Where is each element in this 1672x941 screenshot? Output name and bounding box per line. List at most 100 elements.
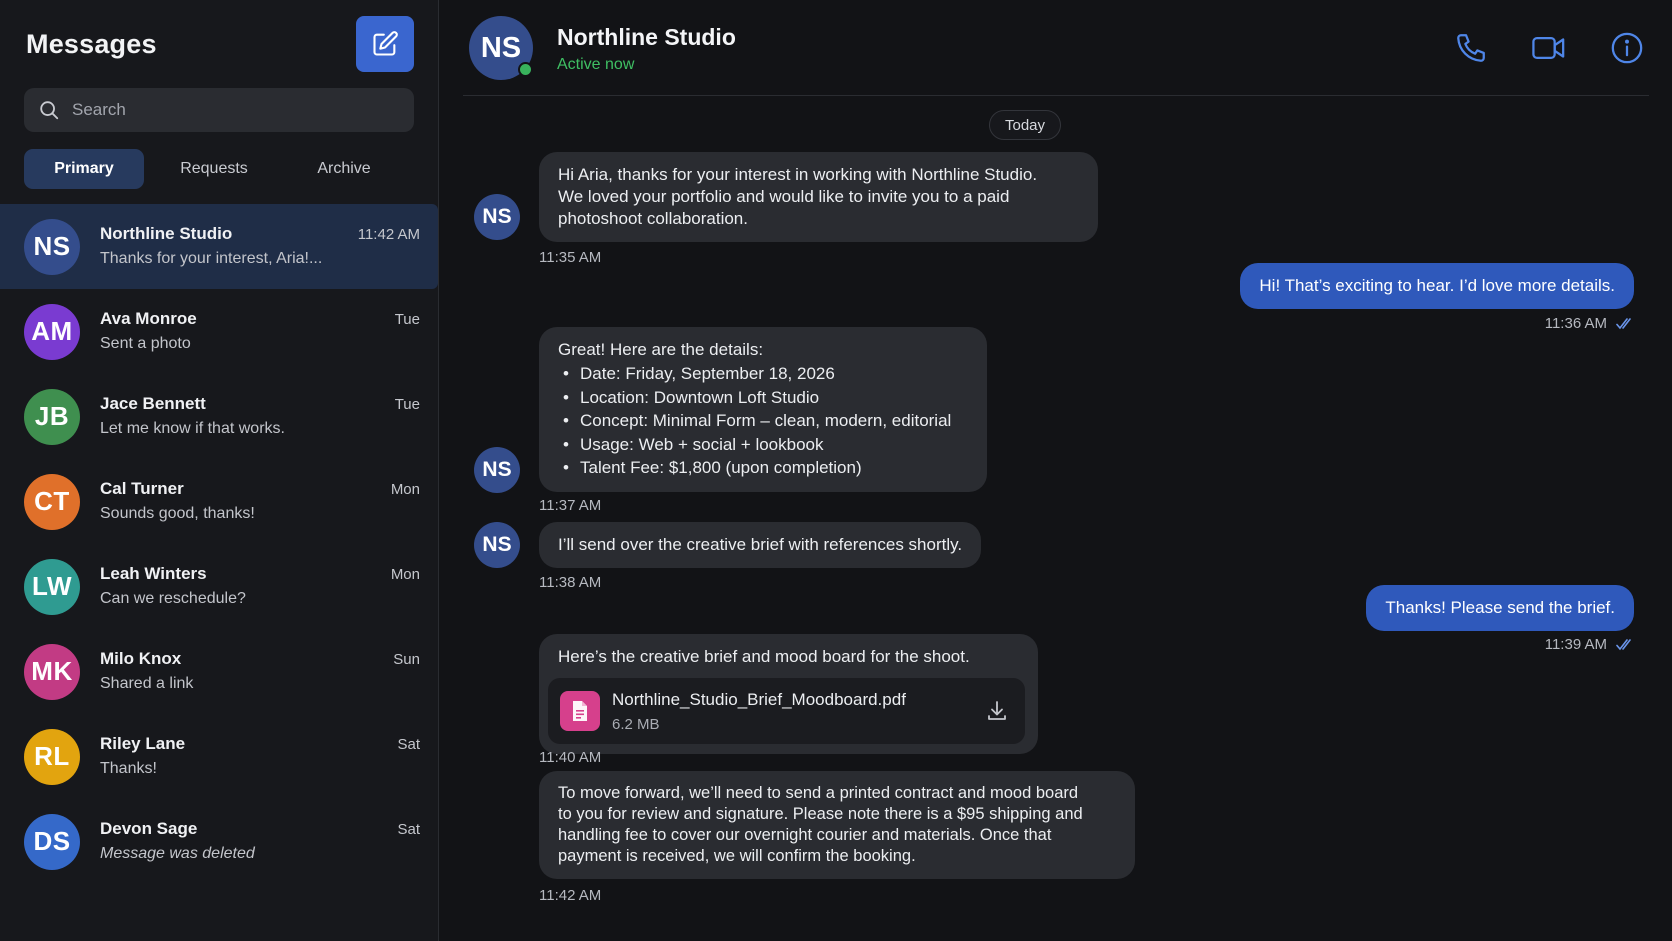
incoming-message: Great! Here are the details: Date: Frida… (539, 327, 987, 492)
conversation-preview: Can we reschedule? (100, 589, 246, 607)
contact-name[interactable]: Northline Studio (557, 24, 736, 51)
avatar: RL (24, 728, 80, 785)
file-size: 6.2 MB (612, 716, 660, 733)
tab-requests[interactable]: Requests (154, 149, 274, 189)
conversation-time: Tue (394, 310, 420, 328)
read-receipt-icon (1616, 638, 1631, 650)
detail-item: Concept: Minimal Form – clean, modern, e… (558, 409, 968, 433)
download-icon (988, 701, 1006, 720)
conversation-preview: Let me know if that works. (100, 419, 285, 437)
conversation-time: Mon (390, 480, 420, 498)
conversation-tabs: Primary Requests Archive (24, 149, 414, 189)
sender-avatar: NS (474, 447, 520, 493)
compose-button[interactable] (356, 16, 414, 72)
detail-item: Talent Fee: $1,800 (upon completion) (558, 456, 968, 480)
phone-icon (1457, 34, 1485, 62)
detail-item: Location: Downtown Loft Studio (558, 386, 968, 410)
conversation-name: Leah Winters (100, 563, 207, 583)
avatar: MK (24, 643, 80, 700)
conversation-item-riley-lane[interactable]: RL Riley Lane Sat Thanks! (0, 714, 439, 799)
avatar: LW (24, 558, 80, 615)
messaging-app: Messages Primary Requests Archive NS (0, 0, 1672, 941)
voice-call-button[interactable] (1449, 26, 1493, 70)
video-call-button[interactable] (1527, 26, 1571, 70)
conversation-name: Riley Lane (100, 733, 186, 753)
avatar: JB (24, 388, 80, 445)
avatar: DS (24, 813, 80, 870)
incoming-message: I’ll send over the creative brief with r… (539, 522, 982, 568)
detail-item: Date: Friday, September 18, 2026 (558, 362, 968, 386)
header-actions (1415, 26, 1649, 70)
pdf-file-icon (560, 691, 600, 731)
chat-header: NS Northline Studio Active now (463, 0, 1649, 96)
info-icon (1611, 32, 1643, 64)
compose-icon (373, 31, 398, 56)
tab-primary[interactable]: Primary (24, 149, 144, 189)
file-name: Northline_Studio_Brief_Moodboard.pdf (612, 690, 906, 709)
outgoing-message: Hi! That’s exciting to hear. I’d love mo… (1240, 263, 1634, 309)
download-button[interactable] (983, 697, 1011, 725)
incoming-message: To move forward, we’ll need to send a pr… (539, 771, 1135, 879)
message-timestamp: 11:40 AM (539, 749, 602, 766)
search-box (24, 88, 414, 132)
conversation-name: Ava Monroe (100, 308, 197, 328)
conversation-preview: Message was deleted (100, 844, 255, 862)
conversation-item-milo-knox[interactable]: MK Milo Knox Sun Shared a link (0, 629, 439, 714)
message-timestamp: 11:37 AM (539, 497, 602, 514)
tab-archive[interactable]: Archive (284, 149, 404, 189)
outgoing-message: Thanks! Please send the brief. (1366, 585, 1634, 631)
conversation-time: 11:42 AM (357, 225, 420, 243)
conversation-list: NS Northline Studio 11:42 AM Thanks for … (0, 204, 439, 884)
incoming-message: Hi Aria, thanks for your interest in wor… (539, 152, 1098, 242)
search-icon (40, 101, 59, 120)
conversation-preview: Thanks for your interest, Aria!... (100, 249, 323, 267)
message-text: Here’s the creative brief and mood board… (558, 647, 970, 666)
conversation-time: Mon (390, 565, 420, 583)
details-list: Date: Friday, September 18, 2026 Locatio… (558, 362, 968, 480)
conversation-time: Sat (397, 820, 420, 838)
sidebar-header: Messages (26, 16, 414, 72)
conversation-name: Milo Knox (100, 648, 182, 668)
video-icon (1532, 36, 1565, 60)
conversation-item-devon-sage[interactable]: DS Devon Sage Sat Message was deleted (0, 799, 439, 884)
conversation-name: Devon Sage (100, 818, 198, 838)
conversation-name: Jace Bennett (100, 393, 206, 413)
detail-item: Usage: Web + social + lookbook (558, 433, 968, 457)
info-button[interactable] (1605, 26, 1649, 70)
sidebar: Messages Primary Requests Archive NS (0, 0, 439, 941)
message-timestamp: 11:38 AM (539, 574, 602, 591)
sender-avatar: NS (474, 194, 520, 240)
avatar: NS (24, 218, 80, 275)
chat-panel: NS Northline Studio Active now Today NS … (439, 0, 1672, 941)
message-intro: Great! Here are the details: (558, 340, 764, 359)
conversation-item-jace-bennett[interactable]: JB Jace Bennett Tue Let me know if that … (0, 374, 439, 459)
file-attachment[interactable]: Northline_Studio_Brief_Moodboard.pdf 6.2… (548, 678, 1025, 744)
search-input[interactable] (72, 100, 392, 120)
conversation-item-northline-studio[interactable]: NS Northline Studio 11:42 AM Thanks for … (0, 204, 438, 289)
conversation-preview: Thanks! (100, 759, 157, 777)
message-timestamp: 11:42 AM (539, 887, 602, 904)
conversation-time: Sun (393, 650, 420, 668)
conversation-name: Cal Turner (100, 478, 184, 498)
contact-status: Active now (557, 56, 635, 73)
message-timestamp-read: 11:39 AM (1545, 636, 1634, 653)
message-timestamp: 11:39 AM (1544, 636, 1607, 653)
conversation-item-ava-monroe[interactable]: AM Ava Monroe Tue Sent a photo (0, 289, 439, 374)
conversation-preview: Shared a link (100, 674, 194, 692)
online-status-dot (518, 62, 533, 77)
conversation-preview: Sent a photo (100, 334, 191, 352)
conversation-preview: Sounds good, thanks! (100, 504, 255, 522)
conversation-item-cal-turner[interactable]: CT Cal Turner Mon Sounds good, thanks! (0, 459, 439, 544)
conversation-time: Sat (397, 735, 420, 753)
date-divider: Today (989, 110, 1062, 140)
avatar: CT (24, 473, 80, 530)
read-receipt-icon (1616, 317, 1631, 329)
conversation-item-leah-winters[interactable]: LW Leah Winters Mon Can we reschedule? (0, 544, 439, 629)
conversation-time: Tue (394, 395, 420, 413)
message-timestamp: 11:35 AM (539, 249, 602, 266)
message-timestamp-read: 11:36 AM (1545, 315, 1634, 332)
sender-avatar: NS (474, 522, 520, 568)
conversation-name: Northline Studio (100, 223, 233, 243)
avatar: AM (24, 303, 80, 360)
sidebar-title: Messages (26, 28, 157, 59)
